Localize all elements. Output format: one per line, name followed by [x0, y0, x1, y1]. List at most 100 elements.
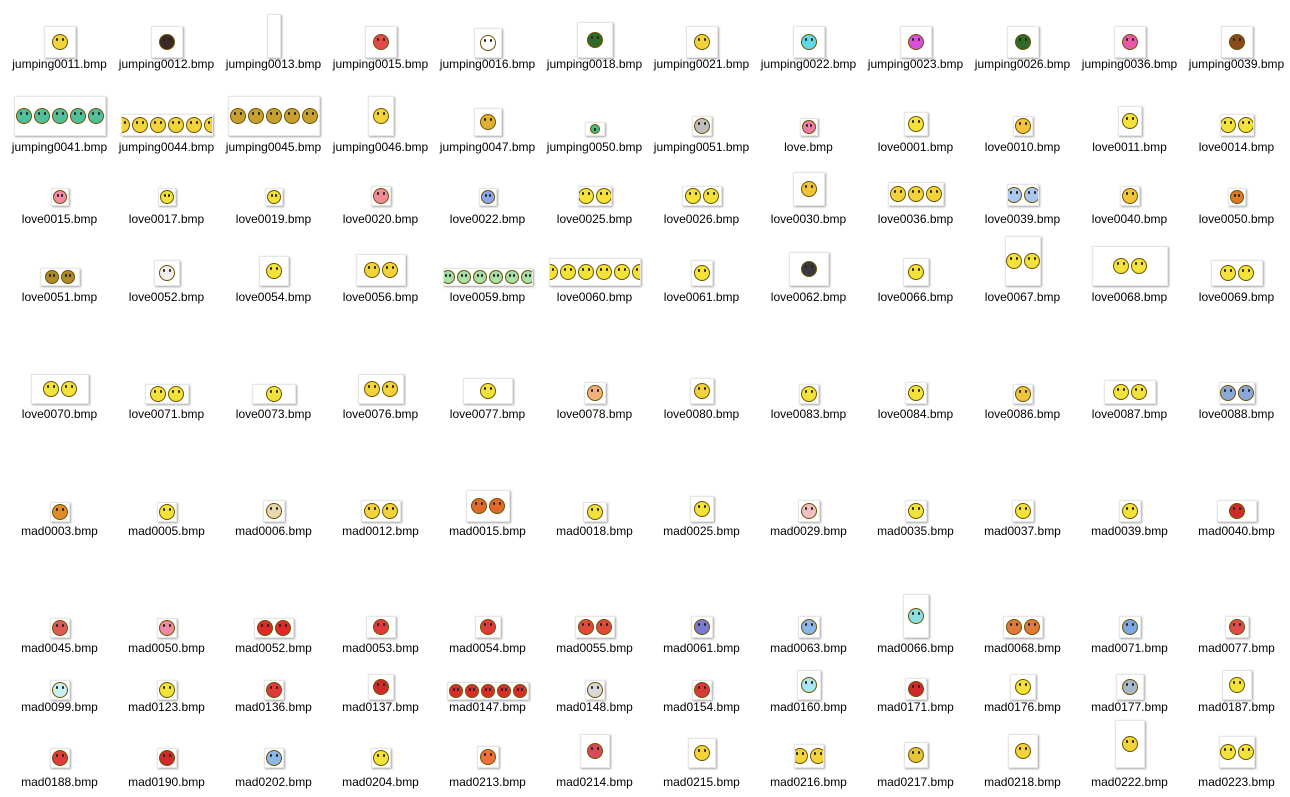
file-name[interactable]: love0066.bmp: [862, 290, 969, 304]
file-name[interactable]: mad0215.bmp: [648, 775, 755, 789]
file-name[interactable]: love0088.bmp: [1183, 407, 1290, 421]
file-thumbnail[interactable]: [687, 738, 716, 768]
file-name[interactable]: jumping0018.bmp: [541, 57, 648, 71]
file-name[interactable]: jumping0050.bmp: [541, 140, 648, 154]
file-thumbnail[interactable]: [263, 748, 284, 768]
file-name[interactable]: mad0154.bmp: [648, 700, 755, 714]
file-thumbnail[interactable]: [157, 188, 176, 206]
file-name[interactable]: mad0188.bmp: [6, 775, 113, 789]
file-thumbnail[interactable]: [1118, 500, 1141, 522]
file-name[interactable]: love0070.bmp: [6, 407, 113, 421]
file-thumbnail[interactable]: [156, 748, 177, 768]
file-name[interactable]: mad0025.bmp: [648, 524, 755, 538]
file-name[interactable]: jumping0022.bmp: [755, 57, 862, 71]
file-name[interactable]: jumping0023.bmp: [862, 57, 969, 71]
file-thumbnail[interactable]: [1220, 26, 1253, 58]
file-thumbnail[interactable]: [446, 682, 529, 700]
file-name[interactable]: jumping0044.bmp: [113, 140, 220, 154]
file-name[interactable]: mad0077.bmp: [1183, 641, 1290, 655]
file-name[interactable]: mad0223.bmp: [1183, 775, 1290, 789]
file-thumbnail[interactable]: [1002, 616, 1043, 638]
file-name[interactable]: love0059.bmp: [434, 290, 541, 304]
file-name[interactable]: jumping0047.bmp: [434, 140, 541, 154]
file-thumbnail[interactable]: [792, 26, 825, 58]
file-name[interactable]: mad0204.bmp: [327, 775, 434, 789]
file-name[interactable]: mad0039.bmp: [1076, 524, 1183, 538]
file-name[interactable]: mad0177.bmp: [1076, 700, 1183, 714]
file-name[interactable]: mad0053.bmp: [327, 641, 434, 655]
file-thumbnail[interactable]: [904, 678, 927, 700]
file-thumbnail[interactable]: [1091, 246, 1168, 286]
file-name[interactable]: mad0052.bmp: [220, 641, 327, 655]
file-thumbnail[interactable]: [576, 22, 613, 58]
file-name[interactable]: jumping0051.bmp: [648, 140, 755, 154]
file-thumbnail[interactable]: [1216, 500, 1257, 522]
file-thumbnail[interactable]: [582, 502, 607, 522]
file-name[interactable]: mad0029.bmp: [755, 524, 862, 538]
file-thumbnail[interactable]: [689, 496, 714, 522]
file-name[interactable]: mad0213.bmp: [434, 775, 541, 789]
file-name[interactable]: mad0068.bmp: [969, 641, 1076, 655]
file-name[interactable]: jumping0016.bmp: [434, 57, 541, 71]
file-thumbnail[interactable]: [798, 384, 819, 404]
file-thumbnail[interactable]: [442, 268, 533, 286]
file-thumbnail[interactable]: [904, 500, 927, 522]
file-thumbnail[interactable]: [1006, 26, 1039, 58]
file-name[interactable]: love0014.bmp: [1183, 140, 1290, 154]
file-thumbnail[interactable]: [263, 680, 284, 700]
file-thumbnail[interactable]: [355, 254, 406, 286]
file-name[interactable]: love0054.bmp: [220, 290, 327, 304]
file-thumbnail[interactable]: [462, 378, 513, 404]
file-name[interactable]: love0019.bmp: [220, 212, 327, 226]
file-thumbnail[interactable]: [1218, 382, 1255, 404]
file-name[interactable]: mad0147.bmp: [434, 700, 541, 714]
file-thumbnail[interactable]: [797, 500, 820, 522]
file-thumbnail[interactable]: [1009, 674, 1036, 700]
file-thumbnail[interactable]: [465, 490, 510, 522]
file-name[interactable]: love0010.bmp: [969, 140, 1076, 154]
file-thumbnail[interactable]: [1113, 26, 1146, 58]
file-name[interactable]: love0040.bmp: [1076, 212, 1183, 226]
file-thumbnail[interactable]: [1011, 500, 1034, 522]
file-thumbnail[interactable]: [903, 112, 928, 136]
file-name[interactable]: mad0171.bmp: [862, 700, 969, 714]
file-thumbnail[interactable]: [367, 96, 394, 136]
file-thumbnail[interactable]: [49, 748, 70, 768]
file-thumbnail[interactable]: [681, 186, 722, 206]
file-thumbnail[interactable]: [691, 116, 712, 136]
file-name[interactable]: love0051.bmp: [6, 290, 113, 304]
file-thumbnail[interactable]: [49, 680, 70, 700]
file-thumbnail[interactable]: [30, 374, 89, 404]
file-thumbnail[interactable]: [370, 748, 391, 768]
file-thumbnail[interactable]: [156, 618, 177, 638]
file-name[interactable]: love0056.bmp: [327, 290, 434, 304]
file-thumbnail[interactable]: [1012, 384, 1033, 404]
file-thumbnail[interactable]: [156, 680, 177, 700]
file-thumbnail[interactable]: [1221, 670, 1252, 700]
file-thumbnail[interactable]: [264, 188, 283, 206]
file-name[interactable]: jumping0013.bmp: [220, 57, 327, 71]
file-name[interactable]: love0017.bmp: [113, 212, 220, 226]
file-thumbnail[interactable]: [473, 28, 502, 58]
file-name[interactable]: mad0037.bmp: [969, 524, 1076, 538]
file-thumbnail[interactable]: [156, 502, 177, 522]
file-thumbnail[interactable]: [258, 256, 289, 286]
file-name[interactable]: mad0217.bmp: [862, 775, 969, 789]
file-name[interactable]: love.bmp: [755, 140, 862, 154]
file-name[interactable]: jumping0039.bmp: [1183, 57, 1290, 71]
file-name[interactable]: love0030.bmp: [755, 212, 862, 226]
file-name[interactable]: mad0218.bmp: [969, 775, 1076, 789]
file-name[interactable]: jumping0036.bmp: [1076, 57, 1183, 71]
file-name[interactable]: mad0055.bmp: [541, 641, 648, 655]
file-name[interactable]: love0071.bmp: [113, 407, 220, 421]
file-name[interactable]: love0084.bmp: [862, 407, 969, 421]
file-thumbnail[interactable]: [476, 746, 499, 768]
file-name[interactable]: love0073.bmp: [220, 407, 327, 421]
file-name[interactable]: love0076.bmp: [327, 407, 434, 421]
file-name[interactable]: mad0061.bmp: [648, 641, 755, 655]
file-thumbnail[interactable]: [1012, 116, 1033, 136]
file-thumbnail[interactable]: [251, 384, 296, 404]
file-thumbnail[interactable]: [579, 734, 610, 768]
file-name[interactable]: mad0063.bmp: [755, 641, 862, 655]
file-thumbnail[interactable]: [266, 14, 281, 58]
